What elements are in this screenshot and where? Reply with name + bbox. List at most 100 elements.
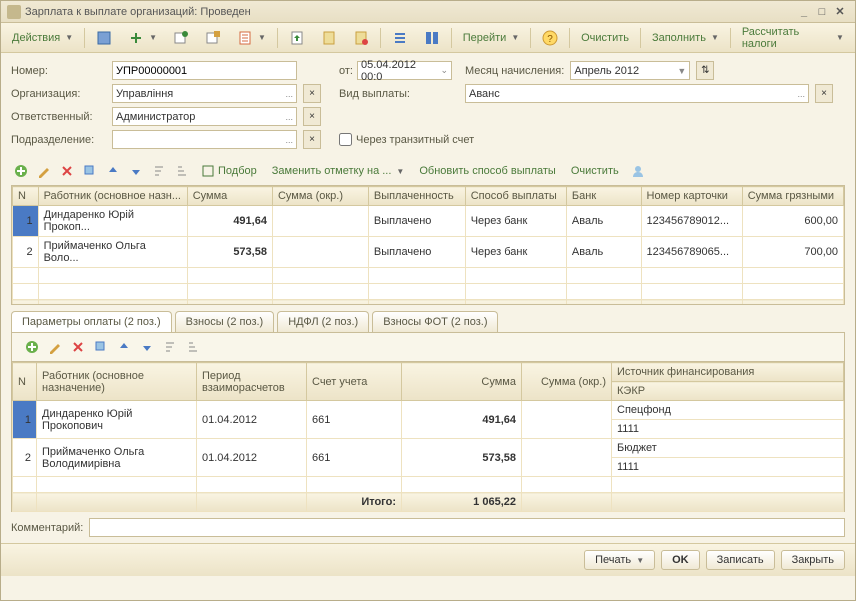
move-down-icon[interactable] [126,161,146,181]
comment-input[interactable] [89,518,845,537]
col2-worker[interactable]: Работник (основное назначение) [37,363,197,401]
close-window-button[interactable]: ✕ [831,5,849,18]
tab-contributions[interactable]: Взносы (2 поз.) [175,311,275,332]
dept-clear[interactable]: × [303,130,321,149]
close-button[interactable]: Закрыть [781,550,845,570]
move-down-icon[interactable] [137,337,157,357]
col-gross[interactable]: Сумма грязными [742,187,843,206]
table1-wrap: N Работник (основное назн... Сумма Сумма… [11,185,845,305]
transit-checkbox[interactable] [339,133,352,146]
sort-asc-icon[interactable] [149,161,169,181]
month-spin[interactable]: ⇅ [696,61,714,80]
toolbar-icon-1[interactable] [89,26,119,50]
toolbar-icon-5[interactable]: ▼ [230,26,273,50]
calc-taxes-menu[interactable]: Рассчитать налоги▼ [735,22,851,54]
detail-panel: N Работник (основное назначение) Период … [11,332,845,512]
replace-mark-menu[interactable]: Заменить отметку на ...▼ [266,162,411,180]
toolbar-icon-3[interactable] [166,26,196,50]
col2-sum[interactable]: Сумма [402,363,522,401]
clear-table-button[interactable]: Очистить [565,162,625,180]
table-row[interactable]: 2 Приймаченко Ольга Воло... 573,58 Выпла… [13,237,844,268]
month-label: Месяц начисления: [465,65,564,77]
move-up-icon[interactable] [103,161,123,181]
edit-row-icon[interactable] [34,161,54,181]
col-sum[interactable]: Сумма [187,187,272,206]
footer: Печать ▼ OK Записать Закрыть [1,543,855,576]
toolbar-icon-2[interactable]: ▼ [121,26,164,50]
toolbar-icon-7[interactable] [314,26,344,50]
print-button[interactable]: Печать ▼ [584,550,655,570]
toolbar-icon-8[interactable] [346,26,376,50]
col-bank[interactable]: Банк [566,187,641,206]
sort-desc-icon[interactable] [172,161,192,181]
titlebar: Зарплата к выплате организаций: Проведен… [1,1,855,23]
ok-button[interactable]: OK [661,550,700,570]
col-method[interactable]: Способ выплаты [465,187,566,206]
actions-menu[interactable]: Действия▼ [5,28,80,48]
col-worker[interactable]: Работник (основное назн... [38,187,187,206]
col2-kekr[interactable]: КЭКР [612,382,844,401]
user-icon[interactable] [628,161,648,181]
number-input[interactable] [112,61,297,80]
org-input[interactable]: Управління... [112,84,297,103]
copy-row-icon[interactable] [91,337,111,357]
toolbar-icon-10[interactable] [417,26,447,50]
col2-src[interactable]: Источник финансирования [612,363,844,382]
delete-row-icon[interactable] [57,161,77,181]
move-up-icon[interactable] [114,337,134,357]
dept-input[interactable]: ... [112,130,297,149]
help-icon[interactable]: ? [535,26,565,50]
tab-ndfl[interactable]: НДФЛ (2 поз.) [277,311,369,332]
col-n[interactable]: N [13,187,39,206]
col2-sumr[interactable]: Сумма (окр.) [522,363,612,401]
month-input[interactable]: Апрель 2012▼ [570,61,690,80]
minimize-button[interactable]: _ [795,6,813,18]
date-input[interactable]: 05.04.2012 00:0⌄ [357,61,452,80]
transit-label: Через транзитный счет [356,134,474,146]
clear-button[interactable]: Очистить [574,28,636,48]
add-row-icon[interactable] [22,337,42,357]
goto-menu[interactable]: Перейти▼ [456,28,527,48]
org-label: Организация: [11,88,106,100]
maximize-button[interactable]: □ [813,6,831,18]
col2-period[interactable]: Период взаиморасчетов [197,363,307,401]
paytype-input[interactable]: Аванс... [465,84,809,103]
date-label: от: [339,65,353,77]
tab-fot[interactable]: Взносы ФОТ (2 поз.) [372,311,498,332]
col-paid[interactable]: Выплаченность [368,187,465,206]
detail-tabs: Параметры оплаты (2 поз.) Взносы (2 поз.… [1,305,855,332]
payment-params-table[interactable]: N Работник (основное назначение) Период … [12,362,844,512]
app-icon [7,5,21,19]
comment-row: Комментарий: [1,512,855,543]
selection-button[interactable]: Подбор [195,161,263,181]
org-clear[interactable]: × [303,84,321,103]
col2-n[interactable]: N [13,363,37,401]
table-row[interactable]: 2 Приймаченко Ольга Володимирівна 01.04.… [13,439,844,458]
toolbar-icon-4[interactable] [198,26,228,50]
paytype-clear[interactable]: × [815,84,833,103]
sort-desc-icon[interactable] [183,337,203,357]
resp-label: Ответственный: [11,111,106,123]
table-row[interactable]: 1 Диндаренко Юрій Прокоп... 491,64 Выпла… [13,206,844,237]
col-card[interactable]: Номер карточки [641,187,742,206]
add-row-icon[interactable] [11,161,31,181]
edit-row-icon[interactable] [45,337,65,357]
table1-toolbar: Подбор Заменить отметку на ...▼ Обновить… [1,157,855,185]
col2-account[interactable]: Счет учета [307,363,402,401]
copy-row-icon[interactable] [80,161,100,181]
table-row[interactable]: 1 Диндаренко Юрій Прокопович 01.04.2012 … [13,401,844,420]
toolbar-icon-9[interactable] [385,26,415,50]
delete-row-icon[interactable] [68,337,88,357]
col-sumr[interactable]: Сумма (окр.) [272,187,368,206]
employees-table[interactable]: N Работник (основное назн... Сумма Сумма… [12,186,844,305]
save-button[interactable]: Записать [706,550,775,570]
resp-clear[interactable]: × [303,107,321,126]
resp-input[interactable]: Администратор... [112,107,297,126]
update-method-button[interactable]: Обновить способ выплаты [413,162,561,180]
main-window: Зарплата к выплате организаций: Проведен… [0,0,856,601]
fill-menu[interactable]: Заполнить▼ [645,28,726,48]
sort-asc-icon[interactable] [160,337,180,357]
tab-payment-params[interactable]: Параметры оплаты (2 поз.) [11,311,172,332]
dept-label: Подразделение: [11,134,106,146]
toolbar-icon-6[interactable] [282,26,312,50]
